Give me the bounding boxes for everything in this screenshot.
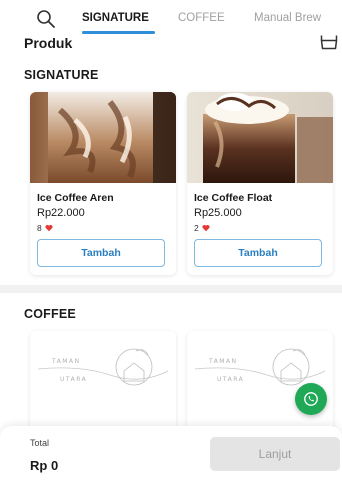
product-card-ice-coffee-float[interactable]: Ice Coffee Float Rp25.000 2 Tambah <box>187 92 333 275</box>
product-name: Ice Coffee Aren <box>37 192 114 204</box>
page-title: Produk <box>24 35 73 51</box>
product-photo <box>187 92 333 183</box>
product-photo <box>30 92 176 183</box>
whatsapp-icon <box>304 392 318 406</box>
section-title-coffee: COFFEE <box>24 307 76 321</box>
heart-icon[interactable] <box>45 224 53 232</box>
section-divider <box>0 285 342 293</box>
category-tab-bar: SIGNATURE COFFEE Manual Brew <box>0 0 342 36</box>
like-count: 2 <box>194 223 199 233</box>
section-title-signature: SIGNATURE <box>24 68 99 82</box>
checkout-bar: Total Rp 0 Lanjut <box>0 426 342 480</box>
total-label: Total <box>30 438 50 448</box>
logo-text-taman: TAMAN <box>51 358 81 365</box>
product-card-placeholder[interactable]: TAMAN UTARA <box>30 331 176 441</box>
logo-text-utara: UTARA <box>217 376 244 383</box>
like-count: 8 <box>37 223 42 233</box>
tab-signature[interactable]: SIGNATURE <box>82 12 149 24</box>
tab-manual-brew[interactable]: Manual Brew <box>254 12 321 24</box>
cart-icon[interactable] <box>320 34 338 50</box>
product-price: Rp22.000 <box>37 207 85 219</box>
tab-coffee[interactable]: COFFEE <box>178 12 225 24</box>
next-button[interactable]: Lanjut <box>210 437 340 471</box>
total-value: Rp 0 <box>30 458 59 473</box>
logo-text-utara: UTARA <box>60 376 87 383</box>
search-icon[interactable] <box>36 9 56 29</box>
add-button[interactable]: Tambah <box>37 239 165 267</box>
heart-icon[interactable] <box>202 224 210 232</box>
product-name: Ice Coffee Float <box>194 192 273 204</box>
add-button[interactable]: Tambah <box>194 239 322 267</box>
product-likes: 8 <box>37 223 53 233</box>
product-likes: 2 <box>194 223 210 233</box>
product-card-ice-coffee-aren[interactable]: Ice Coffee Aren Rp22.000 8 Tambah <box>30 92 176 275</box>
product-price: Rp25.000 <box>194 207 242 219</box>
whatsapp-button[interactable] <box>295 383 327 415</box>
active-tab-indicator <box>82 31 155 34</box>
logo-text-taman: TAMAN <box>208 358 238 365</box>
placeholder-logo: TAMAN UTARA <box>37 348 169 386</box>
